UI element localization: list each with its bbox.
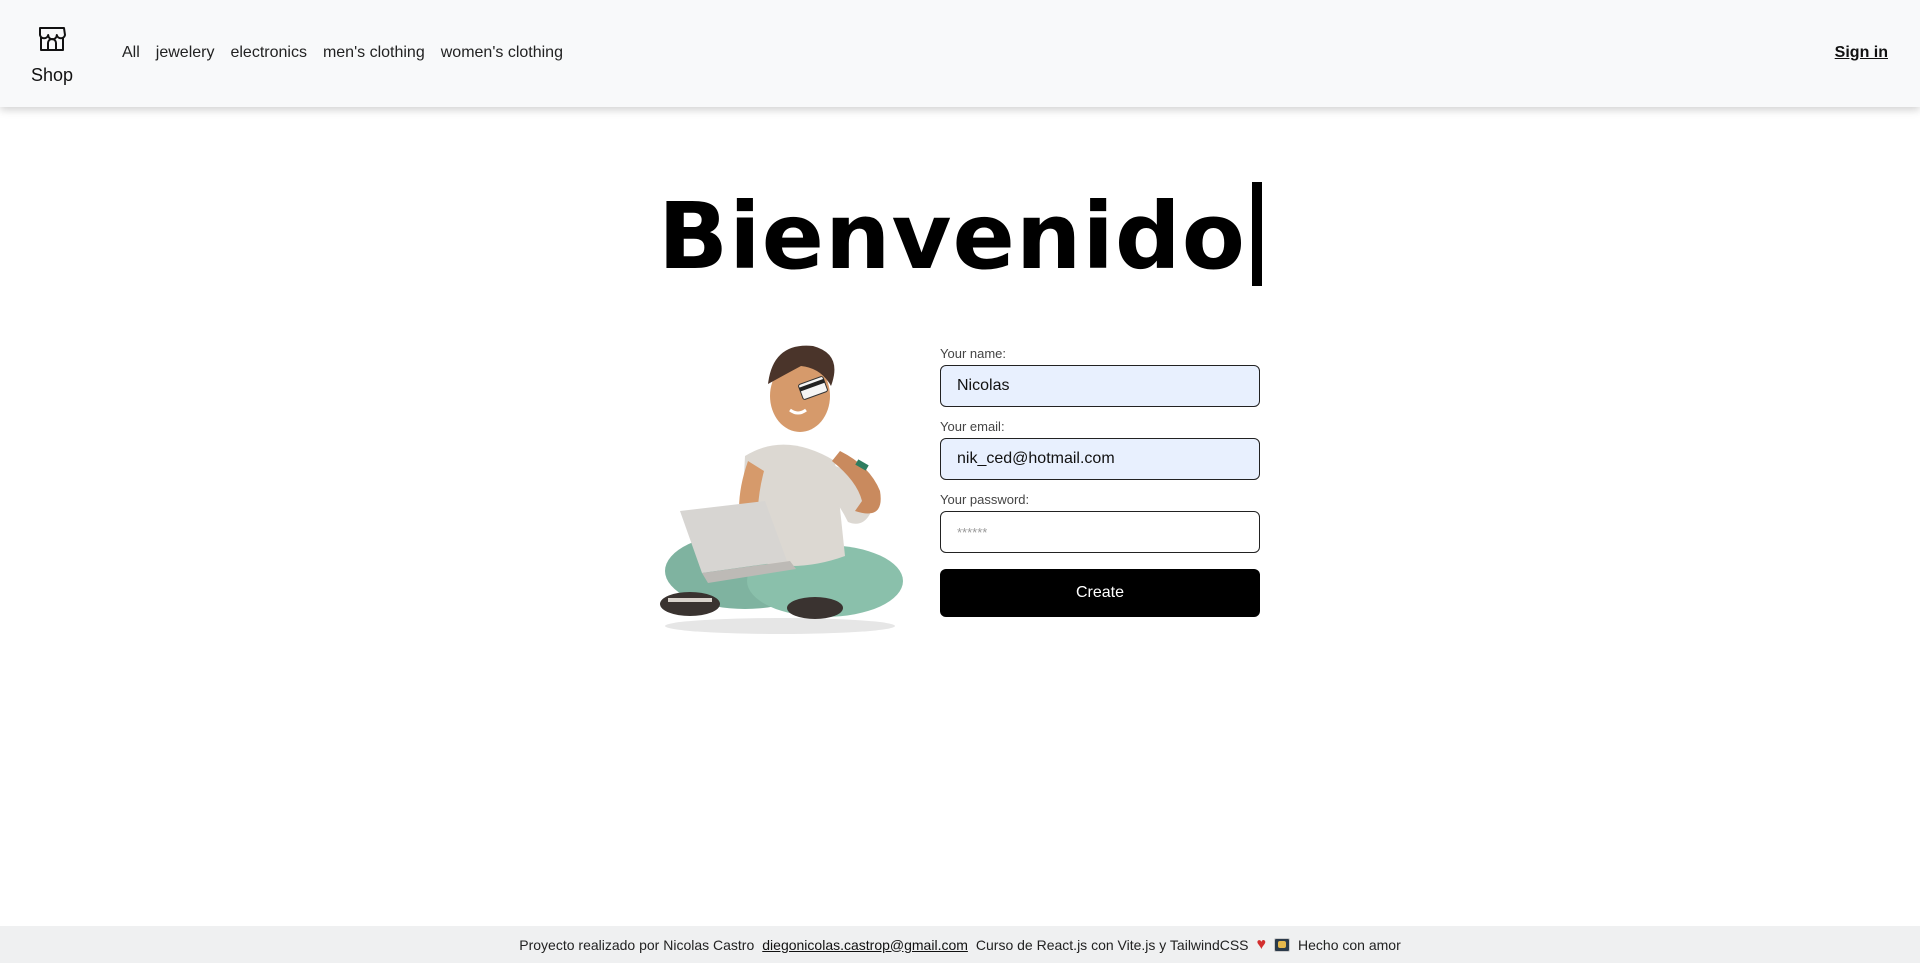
category-nav: All jewelery electronics men's clothing … <box>122 44 563 62</box>
nav-link-mens-clothing[interactable]: men's clothing <box>323 44 425 62</box>
name-label: Your name: <box>940 346 1007 361</box>
footer-made-with: Hecho con amor <box>1298 936 1401 953</box>
shop-brand[interactable]: Shop <box>30 22 74 86</box>
nav-link-electronics[interactable]: electronics <box>230 44 306 62</box>
footer-course: Curso de React.js con Vite.js y Tailwind… <box>975 936 1249 953</box>
person-with-laptop-illustration <box>650 336 920 636</box>
headline-text: Bienvenido <box>657 183 1246 290</box>
email-input[interactable]: nik_ced@hotmail.com <box>940 438 1260 480</box>
brand-label: Shop <box>30 65 74 85</box>
footer-credit: Proyecto realizado por Nicolas Castro <box>519 936 755 953</box>
sign-in-link[interactable]: Sign in <box>1835 44 1888 62</box>
storefront-icon <box>36 22 68 59</box>
picture-icon <box>1274 937 1291 952</box>
nav-link-womens-clothing[interactable]: women's clothing <box>441 44 563 62</box>
nav-link-all[interactable]: All <box>122 44 140 62</box>
footer: Proyecto realizado por Nicolas Castro di… <box>0 926 1920 963</box>
footer-email-link[interactable]: diegonicolas.castrop@gmail.com <box>762 937 968 953</box>
signup-form: Your name: Nicolas Your email: nik_ced@h… <box>940 346 1260 617</box>
nav-link-jewelery[interactable]: jewelery <box>156 44 215 62</box>
name-input[interactable]: Nicolas <box>940 365 1260 407</box>
password-input[interactable]: ****** <box>940 511 1260 553</box>
email-label: Your email: <box>940 419 1005 434</box>
navbar: Shop All jewelery electronics men's clot… <box>0 0 1920 107</box>
welcome-headline: Bienvenido <box>0 182 1920 290</box>
create-button[interactable]: Create <box>940 569 1260 617</box>
password-label: Your password: <box>940 492 1030 507</box>
typing-cursor <box>1252 182 1262 286</box>
heart-icon: ♥ <box>1256 935 1267 953</box>
